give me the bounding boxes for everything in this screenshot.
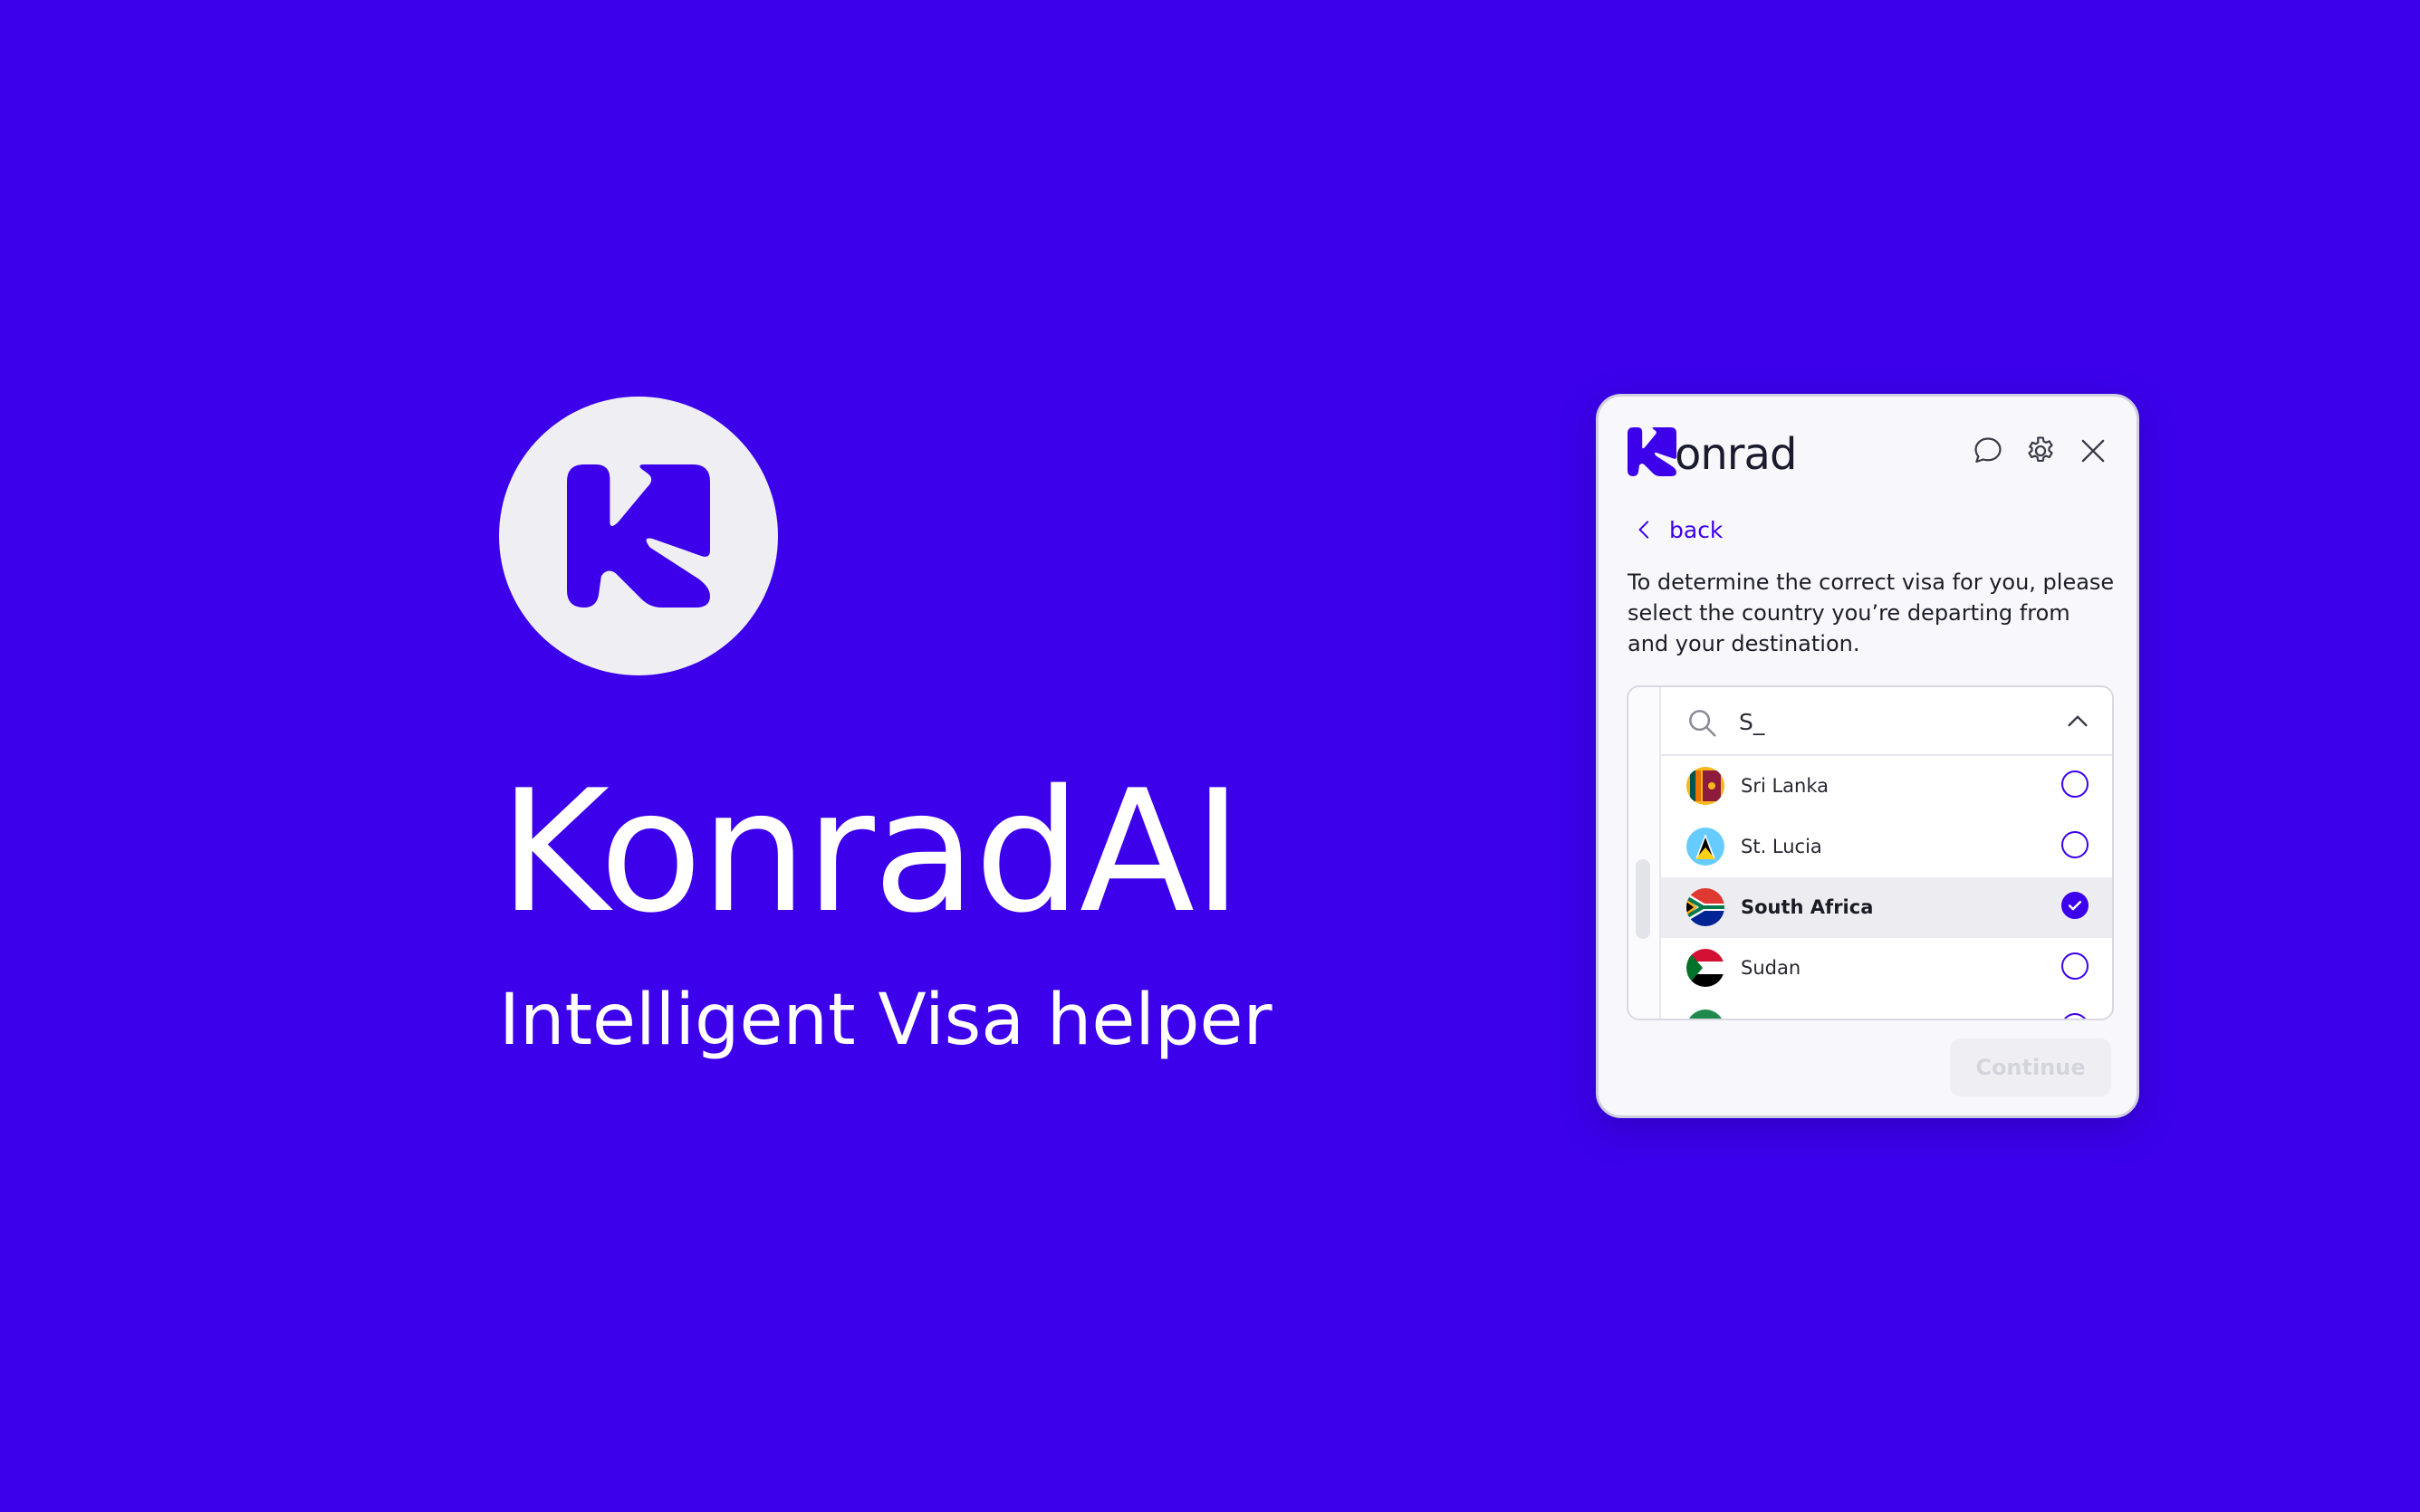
checkmark-icon <box>2068 901 2082 911</box>
option-radio-checked[interactable] <box>2061 892 2089 919</box>
back-link[interactable]: back <box>1633 518 1723 541</box>
scrollbar-thumb[interactable] <box>1636 859 1650 939</box>
country-search-input[interactable] <box>1739 703 2011 740</box>
sudan-flag-icon <box>1686 949 1724 987</box>
flag-icon <box>1686 1010 1724 1019</box>
header-actions <box>1970 433 2111 469</box>
hero-logo <box>499 397 778 675</box>
country-dropdown: Sri Lanka St. Lucia <box>1627 685 2114 1020</box>
continue-button[interactable]: Continue <box>1950 1038 2111 1096</box>
konrad-k-logo-icon <box>567 464 710 608</box>
option-radio[interactable] <box>2061 770 2089 798</box>
hero-title: KonradAI <box>499 753 1243 950</box>
brand-logo: onrad <box>1628 427 1797 480</box>
settings-button[interactable] <box>2022 433 2059 469</box>
intro-text: To determine the correct visa for you, p… <box>1628 569 2115 656</box>
close-button[interactable] <box>2075 433 2111 469</box>
list-item[interactable]: Sudan <box>1661 938 2112 999</box>
option-radio[interactable] <box>2061 831 2089 858</box>
list-item[interactable]: St. Lucia <box>1661 817 2112 877</box>
chevron-left-icon <box>1638 521 1649 539</box>
option-label: Sri Lanka <box>1741 775 1829 797</box>
konrad-k-logo-icon <box>1628 427 1676 476</box>
sri-lanka-flag-icon <box>1686 767 1724 805</box>
gear-icon <box>2028 436 2053 463</box>
widget-header: onrad <box>1628 424 2111 482</box>
chat-button[interactable] <box>1970 433 2006 469</box>
option-radio[interactable] <box>2061 1013 2089 1019</box>
list-item[interactable] <box>1661 999 2112 1019</box>
option-label: South Africa <box>1741 896 1874 918</box>
list-item[interactable]: Sri Lanka <box>1661 756 2112 817</box>
search-icon <box>1685 705 1719 740</box>
chat-bubble-icon <box>1974 437 2002 463</box>
visa-widget: onrad back To determine the correct visa… <box>1596 394 2139 1118</box>
country-options-list: Sri Lanka St. Lucia South Africa Sudan <box>1661 756 2112 1019</box>
option-radio[interactable] <box>2061 952 2089 980</box>
option-label: St. Lucia <box>1741 836 1822 857</box>
st-lucia-flag-icon <box>1686 828 1724 866</box>
option-label: Sudan <box>1741 957 1801 979</box>
brand-text: onrad <box>1675 429 1797 480</box>
scrollbar-track[interactable] <box>1628 687 1661 1019</box>
hero-subtitle: Intelligent Visa helper <box>499 980 1272 1061</box>
collapse-dropdown-button[interactable] <box>2063 707 2092 736</box>
back-label: back <box>1669 516 1724 543</box>
search-row <box>1661 687 2112 756</box>
south-africa-flag-icon <box>1686 888 1724 926</box>
close-icon <box>2081 439 2105 463</box>
chevron-up-icon <box>2068 715 2088 727</box>
list-item[interactable]: South Africa <box>1661 877 2112 938</box>
